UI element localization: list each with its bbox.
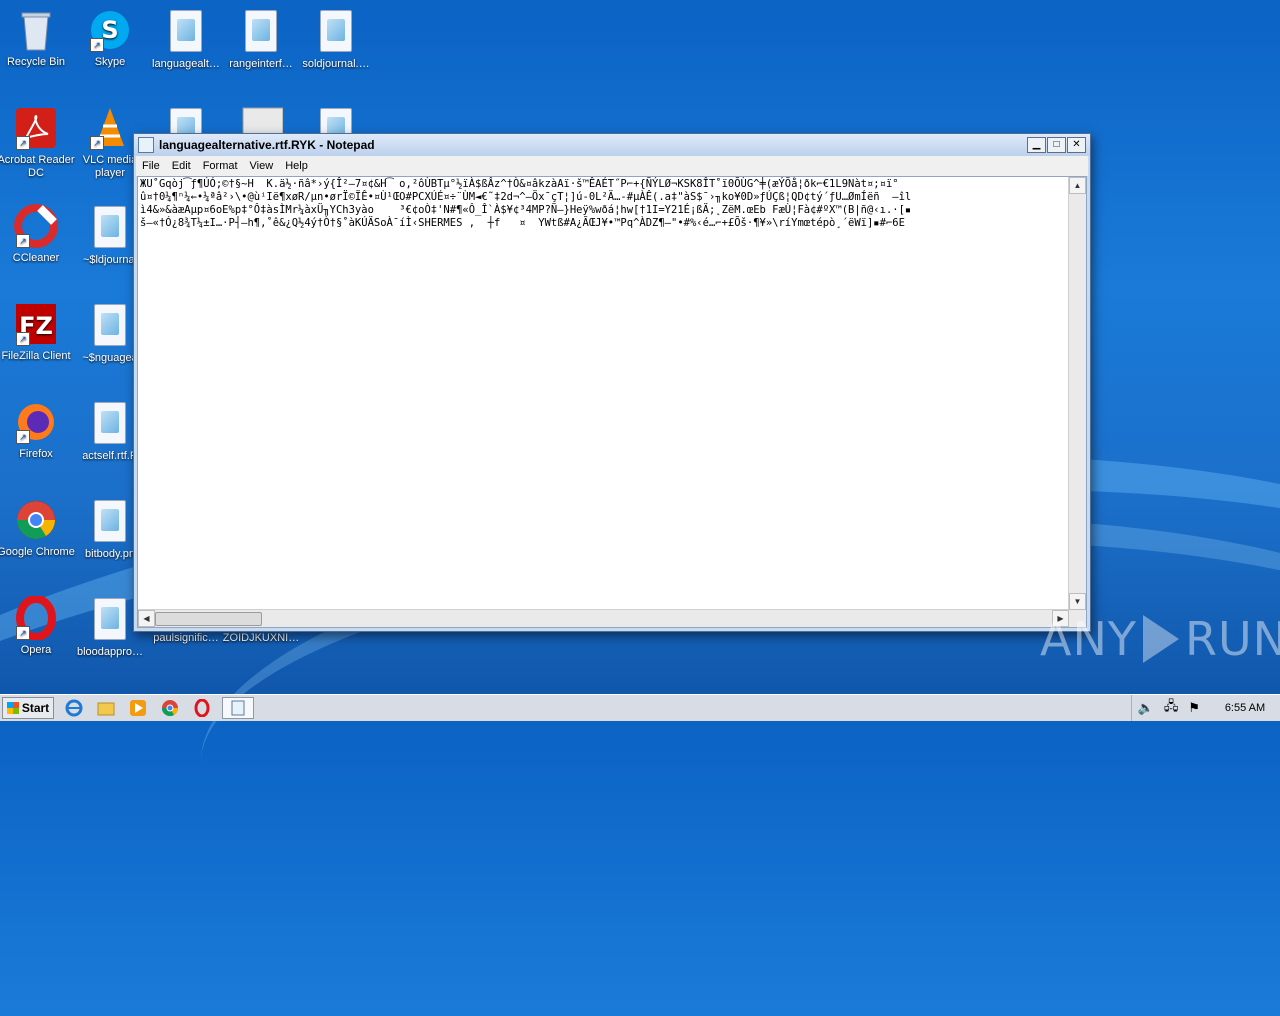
desktop-icon-firefox[interactable]: ↗ Firefox (0, 400, 76, 461)
desktop-icon-opera[interactable]: ↗ Opera (0, 595, 76, 657)
document-icon (94, 500, 126, 542)
document-icon (320, 10, 352, 52)
menu-file[interactable]: File (136, 160, 166, 172)
document-icon (245, 10, 277, 52)
skype-icon: S ↗ (88, 8, 132, 52)
text-line: û¤†0¼¶ⁿ¼←•¼ªâ²›\•@ùⁱIë¶xøR/µn•ørÏ©ÏÊ•¤Ù¹… (140, 191, 912, 203)
horizontal-scrollbar[interactable]: ◀ ▶ (138, 609, 1069, 627)
menu-format[interactable]: Format (197, 160, 244, 172)
menu-bar: File Edit Format View Help (136, 156, 1088, 177)
chrome-icon (14, 498, 58, 542)
maximize-button[interactable]: □ (1047, 137, 1066, 153)
ccleaner-icon: ↗ (14, 204, 58, 248)
filezilla-icon: FZ ↗ (14, 302, 58, 346)
editor-area[interactable]: ЖU˚Gqòj͡ƒ¶ÚÓ;©†§~H K.ä½·ñâ*›ý{Î²—7¤¢&H͡ … (137, 176, 1087, 628)
document-icon (94, 304, 126, 346)
document-icon (170, 10, 202, 52)
text-line: š—«†Ó¿8¾T¼±I…·P┤—h¶,˚ê&¿Q½4ý†Ò†§˚àKÚÄSoÀ… (140, 217, 905, 229)
desktop-icon-file[interactable]: soldjournal.… (296, 8, 376, 71)
document-icon (94, 206, 126, 248)
document-icon (94, 598, 126, 640)
close-button[interactable]: ✕ (1067, 137, 1086, 153)
explorer-icon[interactable] (94, 698, 118, 718)
taskbar-notepad-button[interactable] (222, 697, 254, 719)
desktop-icon-filezilla[interactable]: FZ ↗ FileZilla Client (0, 302, 76, 363)
chrome-icon[interactable] (158, 698, 182, 718)
desktop-icon-file-partial[interactable]: paulsignific… (146, 632, 226, 645)
document-icon (94, 402, 126, 444)
system-tray: 🔈 🖧 ⚑ 6:55 AM (1130, 695, 1280, 721)
desktop-icon-file-partial[interactable]: ZOIDJKUXNI… (221, 632, 301, 645)
text-content[interactable]: ЖU˚Gqòj͡ƒ¶ÚÓ;©†§~H K.ä½·ñâ*›ý{Î²—7¤¢&H͡ … (138, 177, 1069, 610)
media-player-icon[interactable] (126, 698, 150, 718)
desktop-icon-chrome[interactable]: Google Chrome (0, 498, 76, 559)
acrobat-icon: ↗ (14, 106, 58, 150)
minimize-button[interactable]: ▁ (1027, 137, 1046, 153)
text-line: ЖU˚Gqòj͡ƒ¶ÚÓ;©†§~H K.ä½·ñâ*›ý{Î²—7¤¢&H͡ … (140, 178, 899, 190)
play-logo-icon (1142, 615, 1179, 663)
opera-icon[interactable] (190, 698, 214, 718)
desktop-icon-file[interactable]: languagealt… (146, 8, 226, 71)
volume-icon[interactable]: 🔈 (1138, 700, 1154, 716)
action-center-flag-icon[interactable]: ⚑ (1188, 700, 1200, 716)
desktop-icon-ccleaner[interactable]: ↗ CCleaner (0, 204, 76, 265)
desktop-icon-acrobat[interactable]: ↗ Acrobat Reader DC (0, 106, 76, 180)
vlc-icon: ↗ (88, 106, 132, 150)
opera-icon: ↗ (14, 595, 58, 641)
desktop-icon-file[interactable]: rangeinterf… (221, 8, 301, 71)
anyrun-watermark: ANY RUN (1040, 612, 1280, 666)
start-button[interactable]: Start (2, 697, 54, 719)
windows-logo-icon (6, 702, 19, 714)
taskbar: Start 🔈 🖧 ⚑ 6:55 AM (0, 694, 1280, 721)
horizontal-scroll-thumb[interactable] (155, 612, 262, 626)
clock[interactable]: 6:55 AM (1210, 702, 1280, 714)
menu-help[interactable]: Help (279, 160, 314, 172)
scroll-down-arrow[interactable]: ▼ (1069, 593, 1086, 610)
desktop-icon-recycle-bin[interactable]: Recycle Bin (0, 8, 76, 69)
notepad-icon (138, 137, 154, 153)
network-icon[interactable]: 🖧 (1164, 697, 1179, 719)
menu-edit[interactable]: Edit (166, 160, 197, 172)
ie-icon[interactable] (62, 698, 86, 718)
desktop-icon-skype[interactable]: S ↗ Skype (70, 8, 150, 69)
scroll-left-arrow[interactable]: ◀ (138, 610, 155, 627)
title-bar[interactable]: languagealternative.rtf.RYK - Notepad ▁ … (134, 134, 1090, 156)
notepad-icon (231, 700, 245, 716)
window-title: languagealternative.rtf.RYK - Notepad (159, 138, 375, 152)
menu-view[interactable]: View (244, 160, 280, 172)
scroll-up-arrow[interactable]: ▲ (1069, 177, 1086, 194)
notepad-window[interactable]: languagealternative.rtf.RYK - Notepad ▁ … (133, 133, 1091, 632)
vertical-scrollbar[interactable]: ▲ ▼ (1068, 177, 1086, 610)
recycle-bin-icon (14, 8, 58, 52)
firefox-icon: ↗ (14, 400, 58, 444)
text-line: ì4&»&àæAµp¤6oE%p‡°Ô‡àsÌMr¼àxÜ╖YCh3yào ³€… (140, 204, 912, 216)
